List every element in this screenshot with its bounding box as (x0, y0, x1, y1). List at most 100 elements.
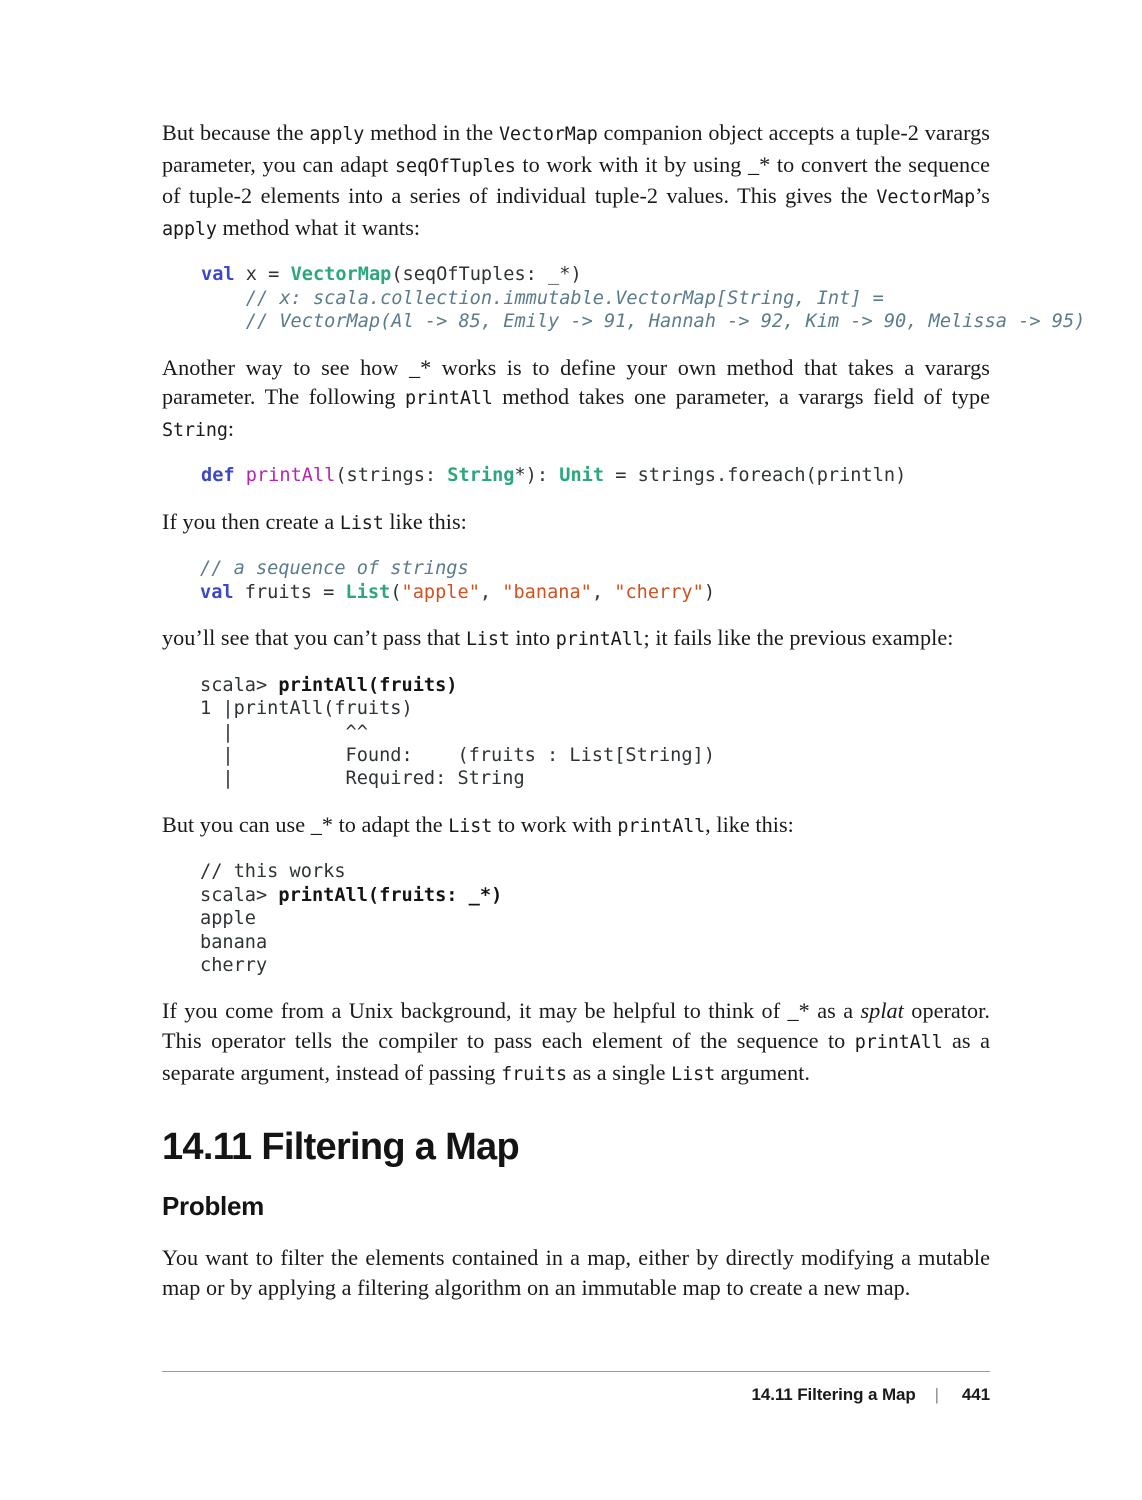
code-text: = strings.foreach(println) (604, 465, 907, 487)
document-page: But because the apply method in the Vect… (0, 0, 1142, 1500)
code-type-list: List (345, 581, 391, 603)
text-run: you’ll see that you can’t pass that (162, 625, 466, 651)
repl-output-apple: apple (200, 908, 256, 930)
text-run: as a single (566, 1059, 672, 1085)
code-block-repl-error: scala> printAll(fruits) 1 |printAll(frui… (162, 674, 990, 791)
inline-code-list: List (339, 512, 384, 534)
paragraph-fails: you’ll see that you can’t pass that List… (162, 623, 990, 655)
text-run: : (227, 415, 235, 441)
footer-separator: | (934, 1385, 939, 1404)
text-run: method in the (364, 120, 499, 145)
code-comment-this-works: // this works (200, 861, 346, 883)
repl-output-banana: banana (200, 931, 268, 953)
text-run: method takes one parameter, a varargs fi… (492, 384, 990, 410)
code-comment-line-1: // x: scala.collection.immutable.VectorM… (201, 287, 884, 309)
text-run: If you then create a (162, 508, 340, 534)
text-run: But you can use _* to adapt the (162, 811, 449, 837)
text-run: method what it wants: (216, 214, 421, 240)
code-comment-line-2: // VectorMap(Al -> 85, Emily -> 91, Hann… (201, 311, 1086, 333)
inline-code-vectormap: VectorMap (498, 124, 598, 145)
code-text: *): (514, 465, 560, 487)
code-keyword-val: val (201, 264, 235, 286)
text-run: like this: (383, 508, 467, 534)
text-run: If you come from a Unix background, it m… (162, 998, 861, 1024)
text-run: to work with (492, 811, 618, 837)
code-text: (seqOfTuples: _*) (391, 264, 582, 286)
repl-prompt: scala> (200, 884, 279, 906)
code-text: , (479, 581, 503, 603)
inline-code-string: String (162, 419, 228, 441)
code-block-fruits-list: // a sequence of strings val fruits = Li… (162, 557, 990, 604)
page-number: 441 (961, 1385, 990, 1404)
code-keyword-def: def (201, 465, 235, 487)
code-string-banana: "banana" (502, 581, 592, 603)
code-text: ) (703, 581, 716, 603)
code-type-string: String (447, 465, 515, 487)
inline-code-apply-2: apply (162, 218, 217, 240)
repl-error-line-1: 1 |printAll(fruits) (200, 698, 413, 720)
repl-error-required: | Required: String (200, 768, 525, 790)
text-run: into (509, 625, 556, 651)
code-block-vectormap-apply: val x = VectorMap(seqOfTuples: _*) // x:… (162, 263, 1085, 333)
inline-code-list: List (671, 1063, 716, 1085)
inline-code-list: List (448, 815, 493, 837)
inline-code-printall: printAll (555, 629, 644, 651)
inline-code-apply: apply (309, 124, 365, 145)
code-comment-sequence: // a sequence of strings (200, 558, 469, 580)
code-text: (strings: (335, 465, 448, 487)
subsection-heading-problem: Problem (162, 1191, 264, 1222)
code-text: ( (390, 581, 402, 603)
code-string-apple: "apple" (401, 581, 480, 603)
inline-code-vectormap-2: VectorMap (876, 187, 976, 209)
inline-code-seqoftuples: seqOfTuples (395, 155, 516, 177)
repl-error-found: | Found: (fruits : List[String]) (200, 745, 715, 766)
paragraph-splat: If you come from a Unix background, it m… (162, 996, 990, 1089)
footer-section-title: 14.11 Filtering a Map (751, 1385, 916, 1404)
text-run: ’s (975, 183, 990, 209)
text-run: , like this: (705, 811, 794, 837)
paragraph-intro: But because the apply method in the Vect… (162, 118, 990, 244)
code-type-unit: Unit (559, 465, 605, 487)
repl-command: printAll(fruits: _*) (278, 884, 503, 906)
repl-error-caret: | ^^ (200, 721, 368, 743)
section-heading: 14.11 Filtering a Map (162, 1126, 520, 1169)
repl-command: printAll(fruits) (278, 674, 458, 696)
repl-prompt: scala> (200, 674, 279, 696)
paragraph-adapt: But you can use _* to adapt the List to … (162, 810, 990, 842)
footer-divider (162, 1371, 990, 1372)
code-text: , (591, 581, 615, 603)
code-block-repl-works: // this works scala> printAll(fruits: _*… (162, 860, 990, 977)
code-text: fruits = (233, 581, 346, 603)
code-text: x = (234, 264, 291, 286)
paragraph-varargs: Another way to see how _* works is to de… (162, 353, 990, 446)
paragraph-create-list: If you then create a List like this: (162, 507, 990, 539)
code-type-vectormap: VectorMap (290, 264, 392, 286)
text-run: argument. (715, 1059, 811, 1085)
emphasis-splat: splat (860, 998, 904, 1024)
inline-code-printall: printAll (617, 815, 706, 837)
paragraph-problem-body: You want to filter the elements containe… (162, 1245, 990, 1300)
footer-content: 14.11 Filtering a Map | 441 (162, 1385, 990, 1405)
text-run: ; it fails like the previous example: (643, 625, 954, 651)
code-keyword-val: val (200, 581, 234, 603)
code-string-cherry: "cherry" (614, 581, 704, 603)
repl-output-cherry: cherry (200, 955, 268, 977)
inline-code-list: List (465, 629, 510, 651)
code-function-printall: printAll (234, 465, 336, 487)
page-footer: 14.11 Filtering a Map | 441 (162, 1371, 990, 1405)
inline-code-printall: printAll (854, 1032, 943, 1054)
text-run: But because the (162, 120, 310, 145)
code-block-printall-def: def printAll(strings: String*): Unit = s… (162, 464, 990, 487)
